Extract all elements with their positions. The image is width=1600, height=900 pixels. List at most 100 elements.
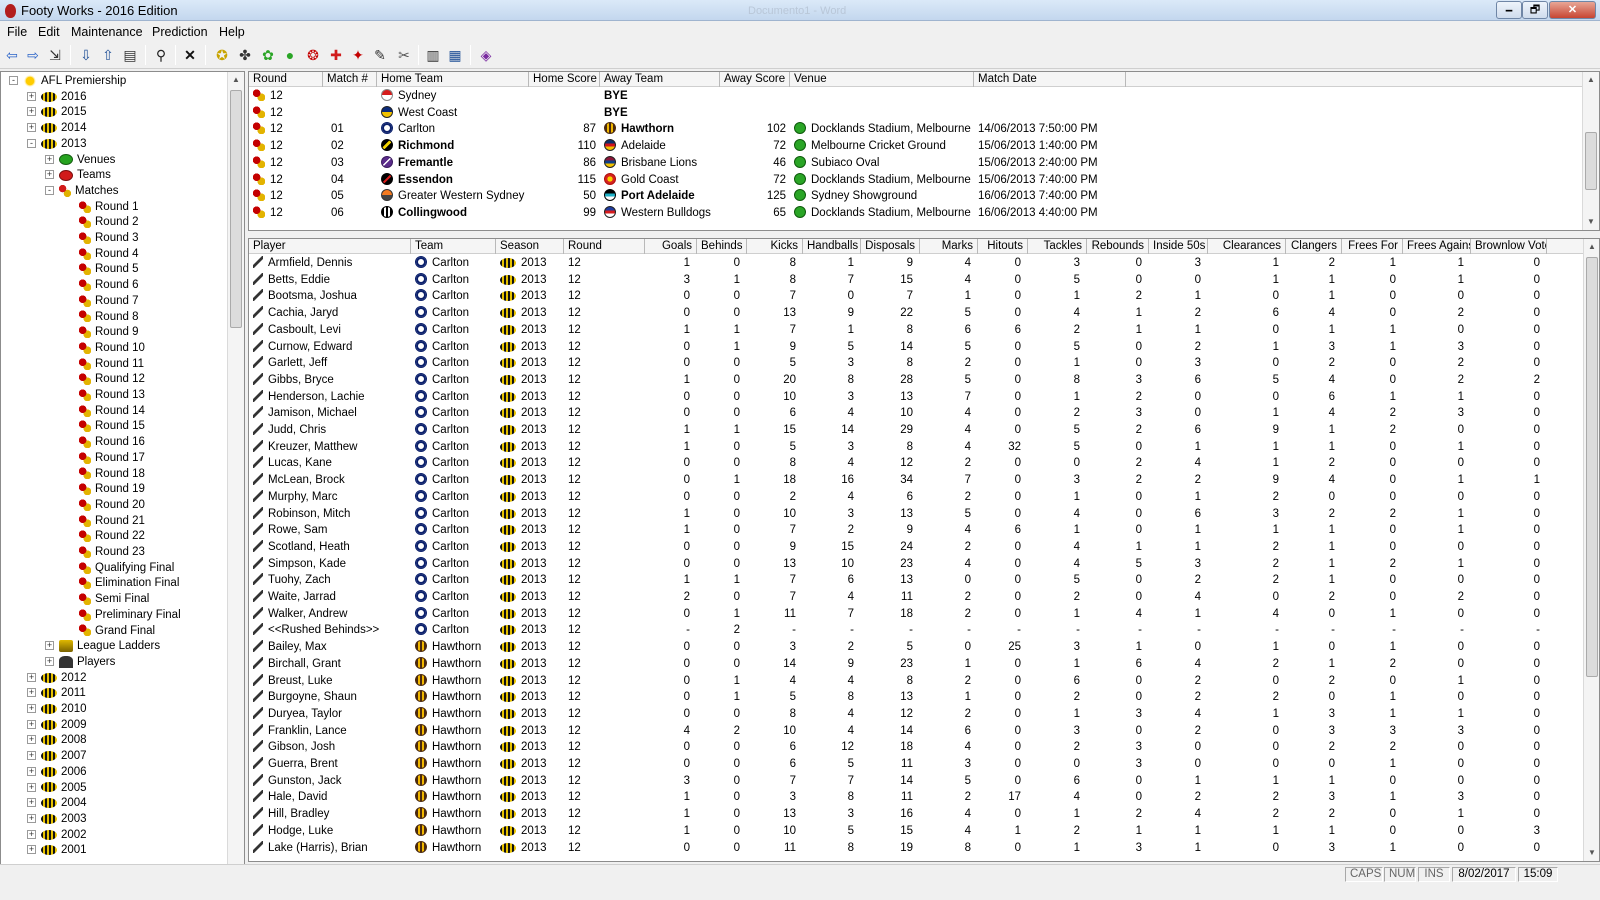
player-stats-row[interactable]: Garlett, Jeff Carlton 2013 12 0 0 5 3 8 2 0 1 0 3 0 2 0 2…	[249, 355, 1599, 372]
print-icon[interactable]: ▤	[121, 46, 139, 64]
tree-item-round[interactable]: Round 5	[79, 261, 138, 277]
player-stats-grid[interactable]: Player Team Season Round Goals Behinds Kicks Ha…	[248, 238, 1600, 862]
export-icon[interactable]: ⇧	[99, 46, 117, 64]
expand-icon[interactable]: +	[45, 641, 54, 651]
scroll-thumb[interactable]	[1586, 257, 1598, 677]
player-stats-row[interactable]: Gunston, Jack Hawthorn 2013 12 3 0 7 7 14 5 0 6 0 1 1 1…	[249, 773, 1599, 790]
scroll-down-icon[interactable]: ▼	[1583, 214, 1599, 230]
tree-item-round[interactable]: Round 12	[79, 371, 145, 387]
expand-icon[interactable]: +	[27, 123, 36, 133]
collapse-icon[interactable]: -	[45, 185, 54, 195]
player-stats-row[interactable]: Duryea, Taylor Hawthorn 2013 12 0 0 8 4 12 2 0 1 3 4 1…	[249, 706, 1599, 723]
expand-icon[interactable]: +	[27, 735, 36, 745]
column-header[interactable]: Season	[496, 239, 564, 254]
player-stats-row[interactable]: Tuohy, Zach Carlton 2013 12 1 1 7 6 13 0 0 5 0 2 2 1 0 0 0	[249, 572, 1599, 589]
matches-scrollbar[interactable]: ▲ ▼	[1582, 72, 1599, 230]
tree-item-round[interactable]: Round 15	[79, 418, 145, 434]
scroll-thumb[interactable]	[1585, 132, 1597, 190]
column-header[interactable]: Match #	[323, 72, 377, 87]
column-header[interactable]: Round	[249, 72, 323, 87]
tree-item-year[interactable]: +2015	[27, 104, 87, 120]
tree-item-round[interactable]: Round 3	[79, 230, 138, 246]
tree-item-round[interactable]: Semi Final	[79, 591, 149, 607]
column-header[interactable]: Goals	[645, 239, 697, 254]
scroll-up-icon[interactable]: ▲	[1584, 239, 1599, 255]
player-stats-row[interactable]: Judd, Chris Carlton 2013 12 1 1 15 14 29 4 0 5 2 6 9 1 2…	[249, 422, 1599, 439]
player-stats-row[interactable]: Robinson, Mitch Carlton 2013 12 1 0 10 3 13 5 0 4 0 6…	[249, 506, 1599, 523]
match-row[interactable]: 12 06 Collingwood 99 Western Bulldogs 65 Dockl…	[249, 205, 1599, 222]
player-stats-row[interactable]: McLean, Brock Carlton 2013 12 0 1 18 16 34 7 0 3 2 2 9…	[249, 472, 1599, 489]
tree-item-round[interactable]: Round 16	[79, 434, 145, 450]
tree-item-year[interactable]: +2004	[27, 795, 87, 811]
tree-item-round[interactable]: Round 13	[79, 387, 145, 403]
player-stats-row[interactable]: Jamison, Michael Carlton 2013 12 0 0 6 4 10 4 0 2 3 0…	[249, 405, 1599, 422]
tree-item-players[interactable]: + Players	[45, 654, 115, 670]
expand-icon[interactable]: +	[27, 782, 36, 792]
column-header[interactable]: Away Team	[600, 72, 720, 87]
forward-arrow-icon[interactable]: ⇨	[24, 46, 42, 64]
player-stats-row[interactable]: Henderson, Lachie Carlton 2013 12 0 0 10 3 13 7 0 1…	[249, 389, 1599, 406]
column-header[interactable]: Marks	[920, 239, 978, 254]
player-stats-row[interactable]: Birchall, Grant Hawthorn 2013 12 0 0 14 9 23 1 0 1 6…	[249, 656, 1599, 673]
tree-item-round[interactable]: Round 14	[79, 403, 145, 419]
tree-item-teams[interactable]: + Teams	[45, 167, 111, 183]
tree-item-ladders[interactable]: + League Ladders	[45, 638, 160, 654]
tree-item-round[interactable]: Round 20	[79, 497, 145, 513]
add-player-icon[interactable]: ✚	[327, 46, 345, 64]
tree-item-year[interactable]: -2013	[27, 136, 87, 152]
scroll-up-icon[interactable]: ▲	[1583, 72, 1599, 88]
player-stats-row[interactable]: Hill, Bradley Hawthorn 2013 12 1 0 13 3 16 4 0 1 2 4 2…	[249, 806, 1599, 823]
expand-icon[interactable]: +	[27, 751, 36, 761]
column-header[interactable]: Tackles	[1028, 239, 1087, 254]
tree-item-root[interactable]: - AFL Premiership	[9, 73, 126, 89]
expand-icon[interactable]: +	[45, 154, 54, 164]
expand-icon[interactable]: +	[27, 829, 36, 839]
tree-item-venues[interactable]: + Venues	[45, 152, 115, 168]
expand-icon[interactable]: +	[45, 170, 54, 180]
tree-item-round[interactable]: Round 22	[79, 528, 145, 544]
player-stats-row[interactable]: Breust, Luke Hawthorn 2013 12 0 1 4 4 8 2 0 6 0 2 0 2 0 1…	[249, 673, 1599, 690]
add-match-icon[interactable]: ❂	[304, 46, 322, 64]
player-stats-row[interactable]: Curnow, Edward Carlton 2013 12 0 1 9 5 14 5 0 5 0 2 1 3…	[249, 339, 1599, 356]
match-row[interactable]: 12 02 Richmond 110 Adelaide 72 Melbourne Crick…	[249, 138, 1599, 155]
player-stats-row[interactable]: Gibson, Josh Hawthorn 2013 12 0 0 6 12 18 4 0 2 3 0 0 2…	[249, 739, 1599, 756]
match-row[interactable]: 12 04 Essendon 115 Gold Coast 72 Docklands Sta…	[249, 172, 1599, 189]
player-stats-row[interactable]: Hodge, Luke Hawthorn 2013 12 1 0 10 5 15 4 1 2 1 1 1 1 0…	[249, 823, 1599, 840]
tree-item-year[interactable]: +2006	[27, 764, 87, 780]
tree-item-year[interactable]: +2009	[27, 717, 87, 733]
stats-scrollbar[interactable]: ▲ ▼	[1583, 239, 1599, 861]
expand-icon[interactable]: +	[27, 719, 36, 729]
player-stats-row[interactable]: Franklin, Lance Hawthorn 2013 12 4 2 10 4 14 6 0 3 0…	[249, 723, 1599, 740]
tree-item-round[interactable]: Elimination Final	[79, 575, 179, 591]
expand-icon[interactable]: +	[27, 688, 36, 698]
tree-item-round[interactable]: Grand Final	[79, 623, 155, 639]
tree-item-round[interactable]: Round 4	[79, 246, 138, 262]
player-stats-row[interactable]: Hale, David Hawthorn 2013 12 1 0 3 8 11 2 17 4 0 2 2 3 1…	[249, 789, 1599, 806]
tree-item-round[interactable]: Round 11	[79, 356, 144, 372]
column-header[interactable]: Home Team	[377, 72, 529, 87]
tree-item-year[interactable]: +2012	[27, 670, 87, 686]
column-header[interactable]: Kicks	[747, 239, 803, 254]
tree-item-matches[interactable]: - Matches	[45, 183, 118, 199]
go-to-icon[interactable]: ⇲	[46, 46, 64, 64]
tree-item-year[interactable]: +2007	[27, 748, 87, 764]
menu-file[interactable]: File	[7, 25, 27, 39]
add-year-icon[interactable]: ✪	[213, 46, 231, 64]
player-stats-row[interactable]: <<Rushed Behinds>> Carlton 2013 12-2- - - - - - -…	[249, 622, 1599, 639]
match-row[interactable]: 12 01 Carlton 87 Hawthorn 102 Docklands Stadiu…	[249, 121, 1599, 138]
menu-prediction[interactable]: Prediction	[152, 25, 208, 39]
find-icon[interactable]: ⚲	[152, 46, 170, 64]
column-header[interactable]: Handballs	[803, 239, 861, 254]
tree-item-year[interactable]: +2008	[27, 732, 87, 748]
match-row[interactable]: 12 05 Greater Western Sydney 50 Port Adelaid…	[249, 188, 1599, 205]
player-stats-row[interactable]: Guerra, Brent Hawthorn 2013 12 0 0 6 5 11 3 0 0 3 0 0 0…	[249, 756, 1599, 773]
tree-item-year[interactable]: +2011	[27, 685, 86, 701]
notes-icon[interactable]: ▦	[446, 46, 464, 64]
player-stats-row[interactable]: Kreuzer, Matthew Carlton 2013 12 1 0 5 3 8 4 32 5 0 1…	[249, 439, 1599, 456]
column-header[interactable]: Inside 50s	[1149, 239, 1208, 254]
player-stats-row[interactable]: Cachia, Jaryd Carlton 2013 12 0 0 13 9 22 5 0 4 1 2 6 4…	[249, 305, 1599, 322]
tree-item-round[interactable]: Round 1	[79, 199, 138, 215]
player-stats-row[interactable]: Betts, Eddie Carlton 2013 12 3 1 8 7 15 4 0 5 0 0 1 1 0 1…	[249, 272, 1599, 289]
tools-icon[interactable]: ✂	[395, 46, 413, 64]
expand-icon[interactable]: +	[27, 672, 36, 682]
